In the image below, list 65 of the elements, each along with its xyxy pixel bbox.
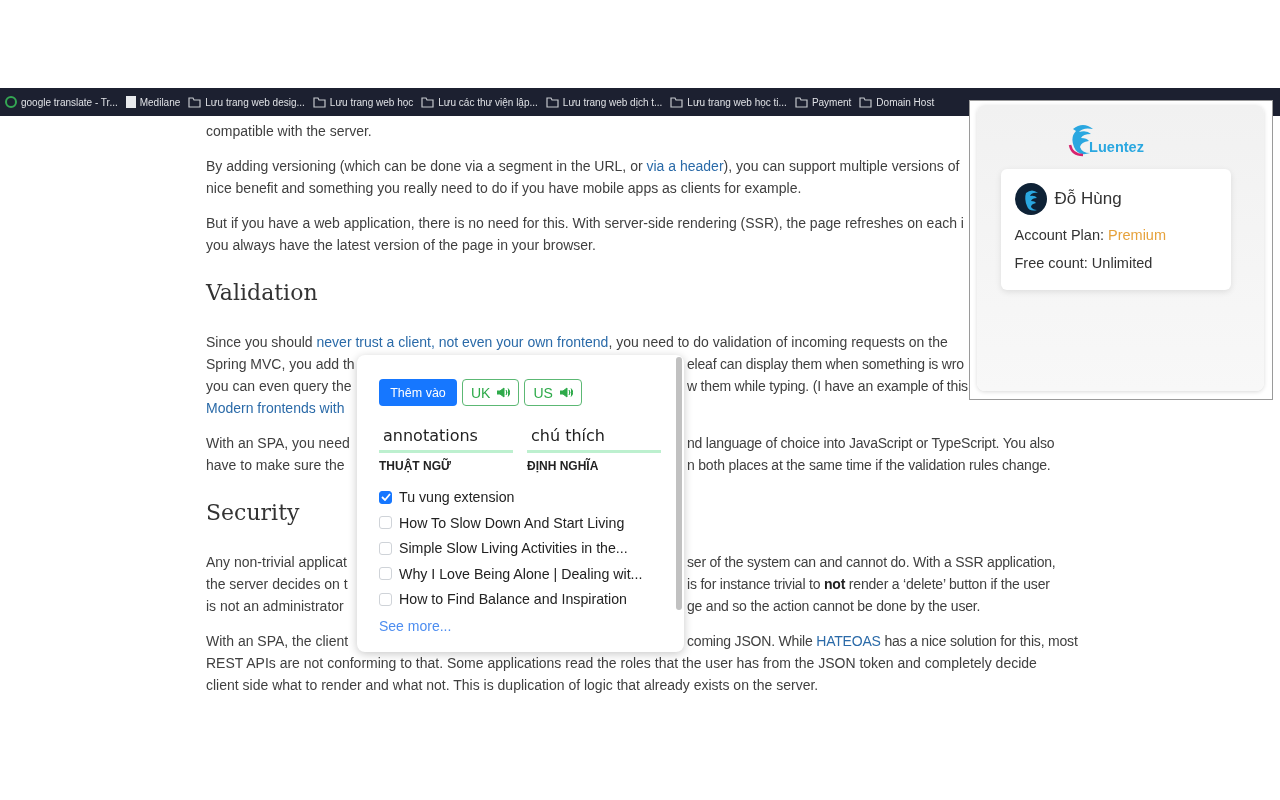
list-name[interactable]: Tu vung extension [399, 489, 515, 506]
bookmark-item[interactable]: Lưu trang web học ti... [670, 96, 787, 108]
folder-icon [859, 96, 873, 108]
list-name[interactable]: Simple Slow Living Activities in the... [399, 540, 628, 557]
section-heading: Security [206, 499, 300, 527]
text-link[interactable]: via a header [646, 158, 724, 174]
paragraph-text: nd language of choice into JavaScript or TypeScript. You also [687, 435, 1055, 451]
paragraph-text: ge and so the action cannot be done by the user. [687, 598, 981, 614]
paragraph-text: compatible with the server. [206, 123, 372, 139]
paragraph-text: eleaf can display them when something is wro [687, 356, 964, 372]
check-icon [380, 493, 391, 502]
paragraph-text: you can even query the [206, 377, 352, 396]
list-name[interactable]: Why I Love Being Alone | Dealing wit... [399, 565, 643, 582]
folder-icon [545, 96, 559, 108]
text-link[interactable]: HATEOAS [816, 633, 881, 649]
plan-label: Account Plan: [1014, 227, 1104, 243]
bookmark-item[interactable]: Domain Host [859, 96, 935, 108]
paragraph-text: With an SPA, the client [206, 632, 349, 651]
plan-value: Premium [1108, 227, 1166, 243]
paragraph-text: n both places at the same time if the validation rules change. [687, 457, 1051, 473]
scrollbar-thumb[interactable] [676, 357, 682, 610]
free-count-text: Free count: Unlimited [1014, 255, 1154, 271]
paragraph-text: Spring MVC, you add th [206, 355, 355, 374]
field-label: THUẬT NGỮ [379, 459, 452, 473]
list-name[interactable]: How To Slow Down And Start Living [399, 514, 625, 531]
paragraph-text: But if you have a web application, there is no need for this. With server-side rendering (SSR), the page refreshes on each i [206, 215, 964, 231]
section-heading: Validation [206, 279, 318, 307]
folder-icon [188, 96, 202, 108]
paragraph-text: is for instance trivial to not render a ‘delete’ button if the user [687, 576, 1050, 592]
bookmark-item[interactable]: Lưu các thư viện lập... [421, 96, 538, 108]
speaker-icon [497, 387, 511, 398]
bookmark-item[interactable]: Medilane [125, 96, 181, 108]
speaker-icon [559, 387, 573, 398]
document-icon [125, 96, 136, 108]
paragraph-text: client side what to render and what not. This is duplication of logic that already exists on the server. [206, 677, 819, 693]
bookmark-item[interactable]: Lưu trang web dịch t... [545, 96, 663, 108]
paragraph-text: the server decides on t [206, 575, 348, 594]
paragraph-text: is not an administrator [206, 597, 344, 616]
bookmark-item[interactable]: google translate - Tr... [5, 96, 118, 108]
paragraph-text: By adding versioning (which can be done via a segment in the URL, or via a header), you can support multiple versions of [206, 158, 960, 174]
folder-icon [670, 96, 684, 108]
avatar-logo-icon [1014, 183, 1047, 215]
logo-text: Luentez [1089, 139, 1144, 155]
paragraph-text: you always have the latest version of the page in your browser. [206, 237, 596, 253]
add-button[interactable]: Thêm vào [379, 379, 457, 406]
user-name: Đỗ Hùng [1054, 189, 1122, 209]
paragraph-text: Since you should never trust a client, not even your own frontend, you need to do validation of incoming requests on the [206, 334, 948, 350]
folder-icon [794, 96, 808, 108]
checkbox[interactable] [379, 490, 392, 504]
bookmark-item[interactable]: Lưu trang web desig... [188, 96, 305, 108]
paragraph-text: With an SPA, you need [206, 434, 350, 453]
field-label: ĐỊNH NGHĨA [527, 459, 600, 473]
paragraph-text: have to make sure the [206, 456, 345, 475]
bookmark-item[interactable]: Lưu trang web học [312, 96, 414, 108]
paragraph-text: REST APIs are not conforming to that. Some applications read the roles that the user has from the JSON token and completely decide [206, 655, 1037, 671]
folder-icon [312, 96, 326, 108]
list-name[interactable]: How to Find Balance and Inspiration [399, 591, 627, 608]
bookmark-item[interactable]: Payment [794, 96, 852, 108]
paragraph-text: Any non-trivial applicat [206, 553, 347, 572]
paragraph-text: w them while typing. (I have an example of this [687, 378, 968, 394]
paragraph-text: ser of the system can and cannot do. With a SSR application, [687, 554, 1056, 570]
folder-icon [421, 96, 435, 108]
paragraph-text: nice benefit and something you really need to do if you have mobile apps as clients for example. [206, 180, 802, 196]
text-link[interactable]: Modern frontends with [206, 400, 345, 416]
paragraph-text: coming JSON. While HATEOAS has a nice solution for this, most [687, 633, 1078, 649]
